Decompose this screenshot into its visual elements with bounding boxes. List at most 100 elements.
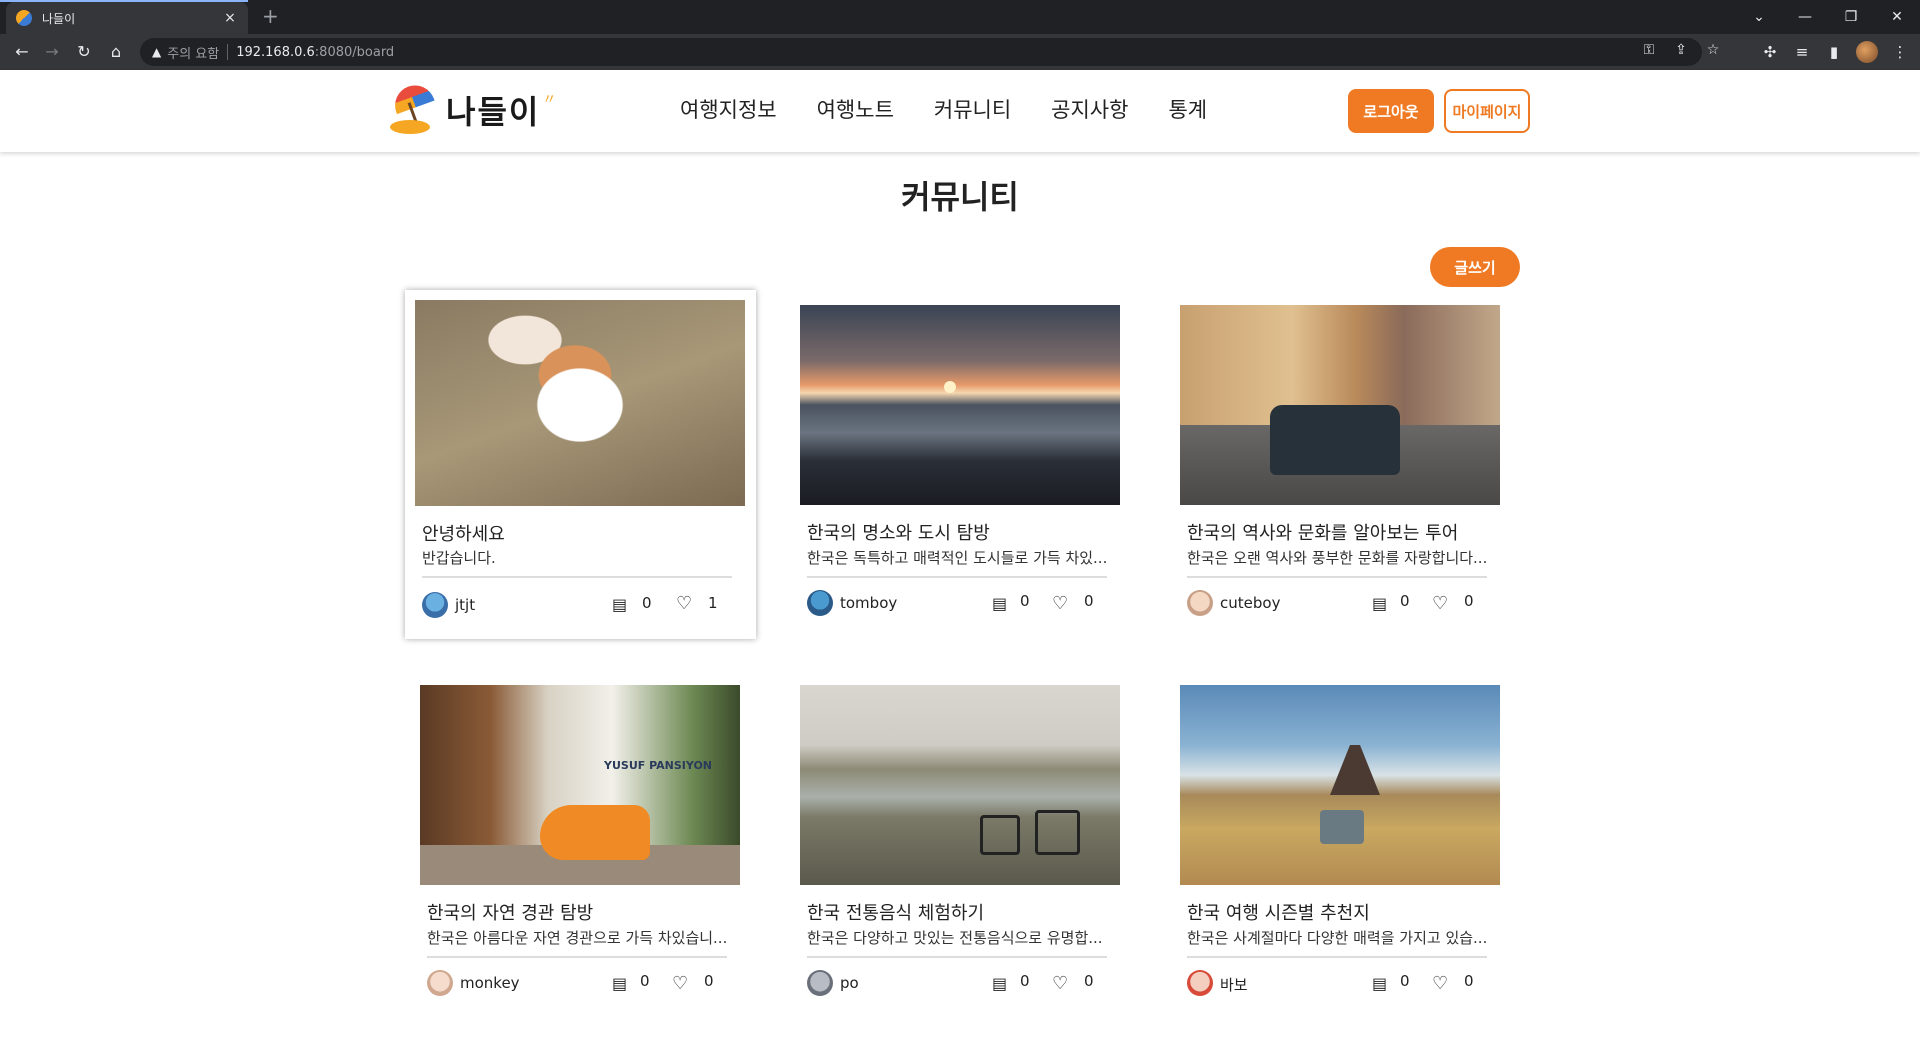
security-status: 주의 요함 <box>167 46 220 62</box>
card-divider <box>807 956 1107 958</box>
comment-icon: ▤ <box>1372 974 1388 993</box>
card-divider <box>1187 576 1487 578</box>
favicon-icon <box>16 10 32 26</box>
post-title: 한국 전통음식 체험하기 <box>807 903 985 924</box>
post-title: 한국의 자연 경관 탐방 <box>427 903 594 924</box>
comment-icon: ▤ <box>992 974 1008 993</box>
home-icon[interactable]: ⌂ <box>106 42 126 62</box>
nav-statistics[interactable]: 통계 <box>1168 94 1207 124</box>
restore-button[interactable]: ❐ <box>1828 9 1874 25</box>
forward-arrow-icon[interactable]: → <box>42 42 62 62</box>
post-card[interactable]: 한국 전통음식 체험하기 한국은 다양하고 맛있는 전통음식으로 유명합... … <box>800 685 1120 1015</box>
comment-icon: ▤ <box>1372 594 1388 613</box>
post-card[interactable]: 한국 여행 시즌별 추천지 한국은 사계절마다 다양한 매력을 가지고 있습..… <box>1180 685 1500 1015</box>
share-icon[interactable]: ⇪ <box>1672 42 1690 58</box>
nav-travel-info[interactable]: 여행지정보 <box>680 94 777 124</box>
bookmark-star-icon[interactable]: ☆ <box>1704 42 1722 58</box>
tab-close-icon[interactable]: × <box>222 10 238 26</box>
post-title: 한국의 명소와 도시 탐방 <box>807 523 990 544</box>
like-count: 0 <box>1084 592 1094 610</box>
reload-icon[interactable]: ↻ <box>74 42 94 62</box>
nav-community[interactable]: 커뮤니티 <box>934 94 1011 124</box>
author-name: jtjt <box>455 596 476 614</box>
post-summary: 한국은 오랜 역사와 풍부한 문화를 자랑합니다... <box>1187 549 1488 567</box>
heart-icon[interactable]: ♡ <box>672 973 688 994</box>
comment-icon: ▤ <box>992 594 1008 613</box>
heart-icon[interactable]: ♡ <box>1052 593 1068 614</box>
reading-list-icon[interactable]: ≡ <box>1792 43 1812 61</box>
profile-avatar-icon[interactable] <box>1856 41 1878 63</box>
comment-icon: ▤ <box>612 974 628 993</box>
card-divider <box>427 956 727 958</box>
side-panel-icon[interactable]: ▮ <box>1824 43 1844 61</box>
close-window-button[interactable]: ✕ <box>1874 9 1920 25</box>
heart-icon[interactable]: ♡ <box>1432 593 1448 614</box>
sparkle-icon: 〃 <box>542 92 557 108</box>
minimize-button[interactable]: — <box>1782 9 1828 25</box>
post-thumbnail <box>1180 305 1500 505</box>
post-summary: 반갑습니다. <box>422 549 496 567</box>
post-card[interactable]: 한국의 역사와 문화를 알아보는 투어 한국은 오랜 역사와 풍부한 문화를 자… <box>1180 305 1500 635</box>
post-title: 한국의 역사와 문화를 알아보는 투어 <box>1187 523 1459 544</box>
nav-notice[interactable]: 공지사항 <box>1051 94 1128 124</box>
url-host: 192.168.0.6 <box>236 44 315 60</box>
post-summary: 한국은 사계절마다 다양한 매력을 가지고 있습... <box>1187 929 1488 947</box>
heart-icon[interactable]: ♡ <box>1432 973 1448 994</box>
post-thumbnail: YUSUF PANSIYON <box>420 685 740 885</box>
post-summary: 한국은 아름다운 자연 경관으로 가득 차있습니... <box>427 929 728 947</box>
site-header: 나들이 〃 여행지정보 여행노트 커뮤니티 공지사항 통계 로그아웃 마이페이지 <box>0 70 1920 152</box>
author-avatar <box>807 970 833 996</box>
post-title: 안녕하세요 <box>422 524 505 545</box>
extension-icons: ✣ ≡ ▮ ⋮ <box>1760 41 1910 63</box>
window-controls: ⌄ — ❐ ✕ <box>1736 0 1920 34</box>
logout-button[interactable]: 로그아웃 <box>1348 89 1434 133</box>
card-divider <box>1187 956 1487 958</box>
post-title: 한국 여행 시즌별 추천지 <box>1187 903 1370 924</box>
author-avatar <box>422 592 448 618</box>
post-thumbnail <box>800 305 1120 505</box>
tab-search-icon[interactable]: ⌄ <box>1736 9 1782 25</box>
post-card[interactable]: YUSUF PANSIYON 한국의 자연 경관 탐방 한국은 아름다운 자연 … <box>420 685 740 1015</box>
post-card[interactable]: 안녕하세요 반갑습니다. jtjt ▤ 0 ♡ 1 <box>405 290 756 639</box>
browser-tab[interactable]: 나들이 × <box>6 2 248 34</box>
site-logo[interactable]: 나들이 〃 <box>389 79 557 136</box>
logo-text: 나들이 <box>446 93 541 131</box>
comment-count: 0 <box>1020 972 1030 990</box>
mypage-button[interactable]: 마이페이지 <box>1444 89 1530 133</box>
key-icon[interactable]: ⚿ <box>1640 42 1658 58</box>
post-thumbnail <box>800 685 1120 885</box>
heart-icon[interactable]: ♡ <box>1052 973 1068 994</box>
card-divider <box>807 576 1107 578</box>
comment-count: 0 <box>640 972 650 990</box>
new-tab-button[interactable]: + <box>262 6 279 26</box>
shop-sign: YUSUF PANSIYON <box>604 759 713 772</box>
comment-count: 0 <box>1400 592 1410 610</box>
address-bar[interactable]: ▲ 주의 요함 192.168.0.6 :8080/board <box>140 38 1702 66</box>
menu-kebab-icon[interactable]: ⋮ <box>1890 43 1910 61</box>
write-post-button[interactable]: 글쓰기 <box>1430 247 1520 287</box>
back-arrow-icon[interactable]: ← <box>12 42 32 62</box>
page-title: 커뮤니티 <box>901 178 1019 216</box>
nav-travel-note[interactable]: 여행노트 <box>817 94 894 124</box>
author-name: tomboy <box>840 594 898 612</box>
like-count: 0 <box>704 972 714 990</box>
post-thumbnail <box>1180 685 1500 885</box>
post-summary: 한국은 다양하고 맛있는 전통음식으로 유명합... <box>807 929 1103 947</box>
author-avatar <box>1187 590 1213 616</box>
extensions-puzzle-icon[interactable]: ✣ <box>1760 43 1780 61</box>
author-avatar <box>807 590 833 616</box>
card-divider <box>422 576 732 578</box>
like-count: 1 <box>708 594 718 612</box>
tab-title: 나들이 <box>42 11 76 26</box>
author-avatar <box>427 970 453 996</box>
divider <box>227 44 229 60</box>
beach-umbrella-icon <box>389 79 438 136</box>
comment-icon: ▤ <box>612 595 628 614</box>
heart-icon[interactable]: ♡ <box>676 593 692 614</box>
comment-count: 0 <box>1400 972 1410 990</box>
post-thumbnail <box>415 300 745 506</box>
post-card[interactable]: 한국의 명소와 도시 탐방 한국은 독특하고 매력적인 도시들로 가득 차있..… <box>800 305 1120 635</box>
author-name: cuteboy <box>1220 594 1281 612</box>
url-path: :8080/board <box>314 44 395 60</box>
post-summary: 한국은 독특하고 매력적인 도시들로 가득 차있... <box>807 549 1108 567</box>
